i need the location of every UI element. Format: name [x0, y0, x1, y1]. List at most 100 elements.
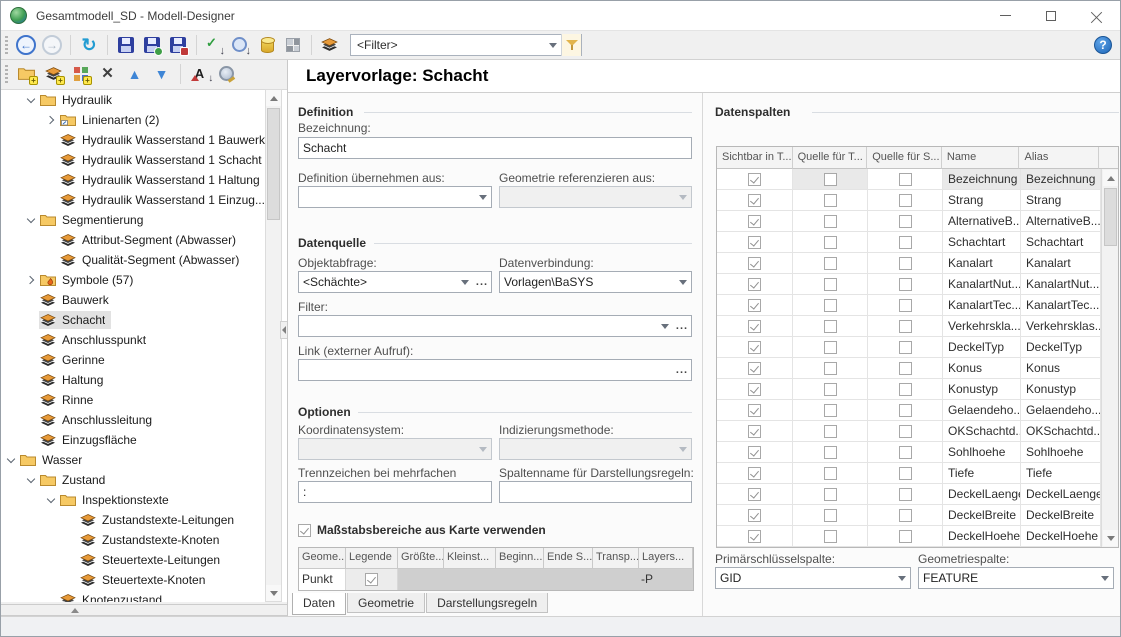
source-text-checkbox-cell[interactable] [793, 169, 868, 189]
source-style-checkbox-cell[interactable] [868, 337, 943, 357]
chevron-right-icon[interactable] [23, 272, 39, 288]
source-text-checkbox[interactable] [824, 299, 837, 312]
name-cell[interactable]: Strang [943, 190, 1021, 210]
primary-key-combobox[interactable]: GID [715, 567, 911, 589]
table-row[interactable]: BezeichnungBezeichnung [717, 169, 1118, 190]
source-text-checkbox[interactable] [824, 425, 837, 438]
source-style-checkbox[interactable] [899, 488, 912, 501]
source-style-checkbox-cell[interactable] [868, 526, 943, 546]
filter-apply-button[interactable] [561, 34, 581, 56]
save-db-button[interactable] [165, 33, 191, 57]
source-style-checkbox-cell[interactable] [868, 463, 943, 483]
massstab-checkbox[interactable] [298, 524, 311, 537]
name-cell[interactable]: Gelaendeho... [943, 400, 1021, 420]
filter-combobox[interactable]: <Filter> [350, 34, 582, 56]
alias-cell[interactable]: Kanalart [1021, 253, 1101, 273]
move-down-button[interactable]: ▼ [148, 62, 175, 86]
maximize-button[interactable] [1028, 1, 1074, 30]
alias-cell[interactable]: Konus [1021, 358, 1101, 378]
legende-cell[interactable] [346, 569, 398, 590]
dropdown-arrow-icon[interactable] [457, 272, 473, 292]
scroll-down-button[interactable] [1103, 530, 1118, 546]
source-text-checkbox[interactable] [824, 530, 837, 543]
table-row[interactable]: KonusKonus [717, 358, 1118, 379]
chevron-down-icon[interactable] [23, 212, 39, 228]
visible-checkbox-cell[interactable] [717, 211, 793, 231]
visible-checkbox[interactable] [748, 488, 761, 501]
source-style-checkbox-cell[interactable] [868, 253, 943, 273]
scroll-down-button[interactable] [266, 585, 281, 601]
column-header[interactable]: Sichtbar in T... [717, 147, 793, 169]
name-cell[interactable]: Verkehrskla... [943, 316, 1021, 336]
visible-checkbox[interactable] [748, 446, 761, 459]
name-cell[interactable]: OKSchachtd... [943, 421, 1021, 441]
browse-ellipsis-button[interactable]: ... [673, 316, 691, 336]
source-text-checkbox-cell[interactable] [793, 400, 868, 420]
source-text-checkbox-cell[interactable] [793, 232, 868, 252]
name-cell[interactable]: Bezeichnung [943, 169, 1021, 189]
source-style-checkbox-cell[interactable] [868, 169, 943, 189]
source-text-checkbox[interactable] [824, 383, 837, 396]
chevron-right-icon[interactable] [43, 112, 59, 128]
tab-darstellungsregeln[interactable]: Darstellungsregeln [426, 593, 548, 613]
source-text-checkbox-cell[interactable] [793, 295, 868, 315]
table-row[interactable]: AlternativeB...AlternativeB... [717, 211, 1118, 232]
layer-tool-button[interactable] [317, 33, 343, 57]
forward-button[interactable]: → [39, 33, 65, 57]
source-style-checkbox-cell[interactable] [868, 295, 943, 315]
tree-item[interactable]: Bauwerk [1, 290, 287, 310]
scroll-up-button[interactable] [1103, 170, 1118, 186]
visible-checkbox[interactable] [748, 404, 761, 417]
visible-checkbox[interactable] [748, 530, 761, 543]
source-text-checkbox-cell[interactable] [793, 421, 868, 441]
source-style-checkbox[interactable] [899, 362, 912, 375]
panel-splitter[interactable] [1, 604, 287, 616]
visible-checkbox-cell[interactable] [717, 253, 793, 273]
import-button[interactable] [228, 33, 254, 57]
table-row[interactable]: KanalartKanalart [717, 253, 1118, 274]
alias-cell[interactable]: Gelaendeho... [1021, 400, 1101, 420]
table-row[interactable]: KanalartTec...KanalartTec... [717, 295, 1118, 316]
table-row[interactable]: OKSchachtd...OKSchachtd... [717, 421, 1118, 442]
column-header[interactable]: Transp... [593, 548, 639, 569]
tree-item[interactable]: Haltung [1, 370, 287, 390]
table-row[interactable]: KonustypKonustyp [717, 379, 1118, 400]
visible-checkbox[interactable] [748, 299, 761, 312]
visible-checkbox[interactable] [748, 320, 761, 333]
table-row[interactable]: KanalartNut...KanalartNut... [717, 274, 1118, 295]
save-all-button[interactable] [139, 33, 165, 57]
koordinatensystem-combobox[interactable] [298, 438, 492, 460]
source-text-checkbox-cell[interactable] [793, 526, 868, 546]
trennzeichen-input[interactable] [299, 482, 491, 502]
tree-item[interactable]: Hydraulik [1, 90, 287, 110]
visible-checkbox-cell[interactable] [717, 421, 793, 441]
scrollbar-thumb[interactable] [267, 108, 280, 220]
tree-item[interactable]: Einzugsfläche [1, 430, 287, 450]
database-button[interactable] [254, 33, 280, 57]
tree-item[interactable]: Qualität-Segment (Abwasser) [1, 250, 287, 270]
source-style-checkbox[interactable] [899, 341, 912, 354]
visible-checkbox-cell[interactable] [717, 169, 793, 189]
scrollbar-thumb[interactable] [1104, 188, 1117, 246]
spaltenname-input[interactable] [500, 482, 691, 502]
tree-item[interactable]: Knotenzustand [1, 590, 287, 602]
objektabfrage-combobox[interactable]: <Schächte> ... [298, 271, 492, 293]
table-row[interactable]: TiefeTiefe [717, 463, 1118, 484]
source-style-checkbox[interactable] [899, 404, 912, 417]
source-text-checkbox-cell[interactable] [793, 442, 868, 462]
name-cell[interactable]: DeckelLaenge [943, 484, 1021, 504]
source-text-checkbox[interactable] [824, 257, 837, 270]
delete-button[interactable]: ✕ [94, 62, 121, 86]
dropdown-arrow-icon[interactable] [657, 316, 673, 336]
alias-cell[interactable]: Strang [1021, 190, 1101, 210]
name-cell[interactable]: Sohlhoehe [943, 442, 1021, 462]
tree-scrollbar[interactable] [265, 89, 282, 602]
table-row[interactable]: SchachtartSchachtart [717, 232, 1118, 253]
visible-checkbox[interactable] [748, 509, 761, 522]
source-style-checkbox-cell[interactable] [868, 442, 943, 462]
save-button[interactable] [113, 33, 139, 57]
alias-cell[interactable]: KanalartNut... [1021, 274, 1101, 294]
visible-checkbox[interactable] [748, 362, 761, 375]
table-row[interactable]: DeckelTypDeckelTyp [717, 337, 1118, 358]
datenverbindung-combobox[interactable]: Vorlagen\BaSYS [499, 271, 692, 293]
